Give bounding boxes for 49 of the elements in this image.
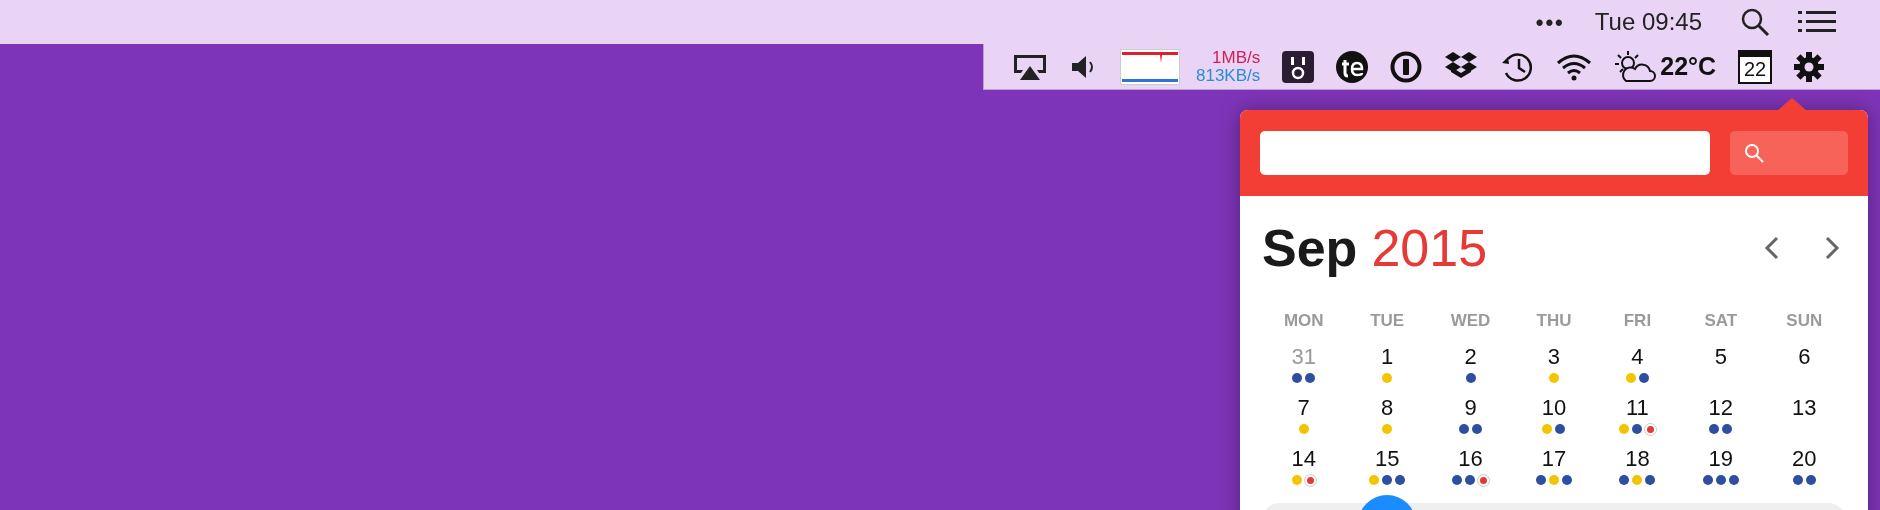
weekday-label: THU bbox=[1536, 310, 1572, 333]
network-graph-icon bbox=[1120, 48, 1180, 85]
day-cell[interactable]: 10 bbox=[1541, 395, 1567, 421]
search-icon[interactable] bbox=[1740, 7, 1770, 37]
weekday-label: WED bbox=[1450, 310, 1491, 333]
day-cell[interactable]: 9 bbox=[1464, 395, 1477, 421]
weather-icon bbox=[1614, 49, 1657, 84]
day-cell[interactable]: 11 bbox=[1626, 395, 1649, 421]
temperature: 22°C bbox=[1660, 50, 1717, 82]
day-cell[interactable]: 20 bbox=[1792, 446, 1817, 472]
day-cell[interactable]: 3 bbox=[1547, 344, 1561, 370]
day-cell[interactable]: 2 bbox=[1464, 344, 1477, 370]
download-speed: 813KB/s bbox=[1196, 66, 1261, 85]
more-menu[interactable]: ••• bbox=[1535, 5, 1565, 39]
day-cell[interactable]: 12 bbox=[1708, 395, 1734, 421]
airplay-icon[interactable] bbox=[1012, 52, 1048, 81]
day-cell[interactable]: 16 bbox=[1458, 446, 1483, 472]
weekday-label: SUN bbox=[1786, 310, 1823, 333]
previous-month-button[interactable] bbox=[1764, 236, 1780, 260]
day-cell[interactable]: 4 bbox=[1631, 344, 1644, 370]
day-cell[interactable]: 13 bbox=[1792, 395, 1817, 421]
day-cell[interactable]: 15 bbox=[1374, 446, 1400, 472]
settings-icon[interactable] bbox=[1794, 51, 1825, 82]
search-icon bbox=[1743, 143, 1764, 163]
day-cell[interactable]: 18 bbox=[1625, 446, 1650, 472]
wifi-icon[interactable] bbox=[1556, 52, 1593, 81]
weekday-label: TUE bbox=[1370, 310, 1405, 333]
day-cell[interactable]: 17 bbox=[1541, 446, 1567, 472]
day-cell[interactable]: 14 bbox=[1291, 446, 1316, 472]
search-field[interactable] bbox=[1260, 131, 1710, 175]
day-cell[interactable]: 6 bbox=[1798, 344, 1811, 370]
next-month-button[interactable] bbox=[1824, 236, 1840, 260]
clock[interactable]: Tue 09:45 bbox=[1594, 4, 1702, 40]
year-label: 2015 bbox=[1371, 222, 1488, 274]
day-cell[interactable]: 7 bbox=[1297, 395, 1310, 421]
weekday-label: FRI bbox=[1623, 310, 1652, 333]
weekday-label: SAT bbox=[1704, 310, 1738, 333]
weekday-label: MON bbox=[1283, 310, 1324, 333]
list-icon[interactable] bbox=[1798, 11, 1836, 33]
day-cell[interactable]: 19 bbox=[1708, 446, 1734, 472]
history-icon[interactable] bbox=[1500, 50, 1535, 83]
te-icon[interactable] bbox=[1336, 50, 1369, 83]
day-cell[interactable]: 5 bbox=[1714, 344, 1727, 370]
day-cell[interactable]: 8 bbox=[1381, 395, 1394, 421]
day-cell[interactable]: 1 bbox=[1381, 344, 1394, 370]
plug-icon[interactable] bbox=[1282, 50, 1315, 83]
key-icon[interactable] bbox=[1390, 50, 1423, 83]
upload-speed: 1MB/s bbox=[1212, 48, 1261, 67]
calendar-icon[interactable]: 22 bbox=[1738, 49, 1773, 84]
